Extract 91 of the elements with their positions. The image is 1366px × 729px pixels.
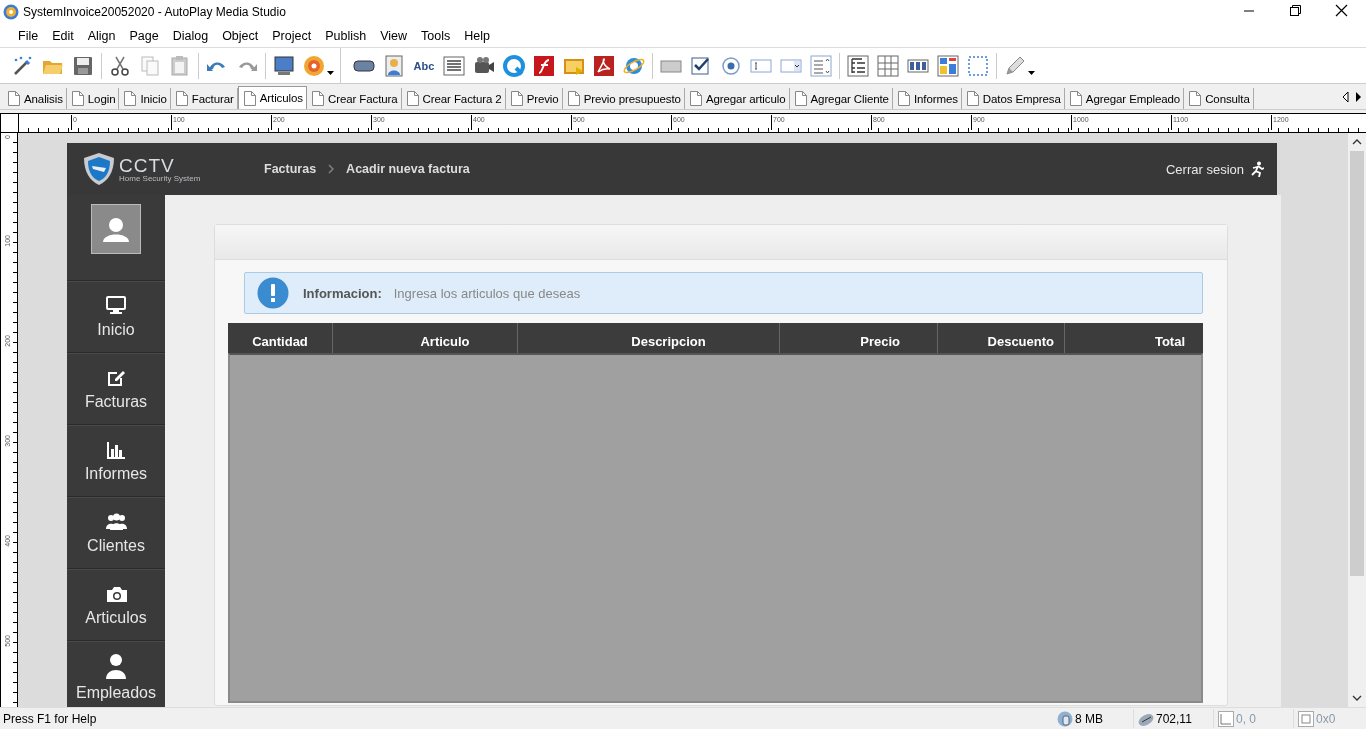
alert-title: Informacion: [303, 285, 382, 301]
scroll-left-icon[interactable] [1340, 90, 1352, 104]
page-icon [175, 91, 188, 106]
grid-icon[interactable] [877, 54, 899, 77]
menu-item[interactable]: Object [215, 26, 266, 45]
status-text: Press F1 for Help [2, 711, 98, 726]
checkbox-icon[interactable] [690, 54, 712, 77]
page-icon [510, 91, 523, 106]
page-icon [689, 91, 702, 106]
monitor-icon[interactable] [273, 54, 295, 77]
page-icon [71, 91, 84, 106]
monitor-icon [105, 295, 127, 316]
page-icon [243, 90, 256, 106]
page-tab[interactable]: Facturar [170, 88, 238, 109]
page-icon [311, 91, 324, 106]
page-icon [1069, 91, 1082, 106]
shield-icon [82, 152, 116, 186]
page-tab[interactable]: Crear Factura [306, 88, 402, 109]
bar-chart-icon [105, 439, 127, 460]
menu-item[interactable]: Dialog [165, 26, 216, 45]
page-tab[interactable]: Articulos [237, 86, 307, 109]
menu-item[interactable]: Edit [45, 26, 81, 45]
tree-list-icon[interactable] [847, 54, 869, 77]
page-tab[interactable]: Datos Empresa [961, 88, 1065, 109]
person-card-icon[interactable] [383, 54, 405, 77]
page-icon [567, 91, 580, 106]
alert-message: Ingresa los articulos que deseas [393, 285, 581, 301]
chevron-icon [328, 164, 335, 174]
menu-item[interactable]: Tools [414, 26, 458, 45]
ring-icon[interactable] [503, 54, 525, 77]
text-tool-button[interactable]: Abc [409, 51, 439, 80]
exclamation-icon [257, 277, 289, 309]
status-value: 0, 0 [1236, 711, 1256, 726]
logout-link[interactable]: Cerrar sesion [1165, 161, 1264, 177]
page-icon [406, 91, 419, 106]
page-icon [8, 91, 20, 106]
menu-item[interactable]: Align [80, 26, 123, 45]
resize-frame-icon [1298, 710, 1314, 727]
curve-tile-icon[interactable] [533, 54, 555, 77]
logo-subtitle: Home Security System [119, 174, 201, 183]
person-icon [105, 652, 127, 679]
page-tab[interactable]: Previo presupuesto [562, 88, 685, 109]
layout-panel-icon[interactable] [937, 54, 959, 77]
caret-icon[interactable] [327, 71, 334, 75]
runner-icon [1250, 161, 1264, 177]
menu-item[interactable]: View [373, 26, 415, 45]
page-tab[interactable]: Agregar Cliente [789, 88, 893, 109]
column-header: Total [1153, 333, 1186, 351]
loop-tile-icon[interactable] [593, 54, 615, 77]
menu-item[interactable]: File [11, 26, 46, 45]
scrollbar-thumb[interactable] [1350, 151, 1364, 576]
wand-icon[interactable] [12, 54, 34, 77]
text-lines-icon[interactable] [443, 54, 465, 77]
disc-icon [3, 4, 19, 20]
avatar-icon [91, 204, 141, 254]
page-icon [897, 91, 910, 106]
scroll-up-icon [1352, 139, 1362, 145]
save-icon[interactable] [72, 54, 94, 77]
database-globe-icon [1057, 710, 1073, 727]
caret-icon[interactable] [1028, 71, 1035, 75]
dashed-rectangle-icon[interactable] [967, 54, 989, 77]
grid-corner-icon [1218, 710, 1234, 727]
menu-item[interactable]: Publish [318, 26, 374, 45]
menu-item[interactable]: Project [265, 26, 319, 45]
page-icon [124, 91, 137, 106]
page-icon [966, 91, 979, 106]
window-title: SystemInvoice20052020 - AutoPlay Media Studio [23, 5, 287, 19]
radio-icon[interactable] [720, 54, 742, 77]
page-tab[interactable]: Consulta [1184, 88, 1254, 109]
breadcrumb-link[interactable]: Facturas [264, 162, 317, 176]
status-value: 0x0 [1316, 711, 1336, 726]
page-tab[interactable]: Analisis [3, 88, 67, 109]
status-value: 702,11 [1156, 711, 1192, 726]
people-icon [105, 511, 127, 532]
page-tab[interactable]: Previo [505, 88, 563, 109]
menu-item[interactable]: Help [457, 26, 497, 45]
page-tab[interactable]: Login [66, 88, 120, 109]
page-tab[interactable]: Agregar articulo [684, 88, 790, 109]
page-icon [794, 91, 807, 106]
page-tab[interactable]: Crear Factura 2 [401, 88, 506, 109]
page-tab[interactable]: Informes [892, 88, 962, 109]
scroll-down-icon [1352, 695, 1362, 701]
page-tab[interactable]: Inicio [119, 88, 171, 109]
menu-item[interactable]: Page [122, 26, 166, 45]
status-value: 8 MB [1075, 711, 1103, 726]
logo-title: CCTV [119, 155, 176, 175]
cut-icon[interactable] [109, 54, 131, 77]
list-box-icon[interactable] [810, 54, 832, 77]
page-tab[interactable]: Agregar Empleado [1064, 88, 1185, 109]
breadcrumb-link[interactable]: Acadir nueva factura [346, 162, 470, 176]
page-icon [1189, 91, 1202, 106]
